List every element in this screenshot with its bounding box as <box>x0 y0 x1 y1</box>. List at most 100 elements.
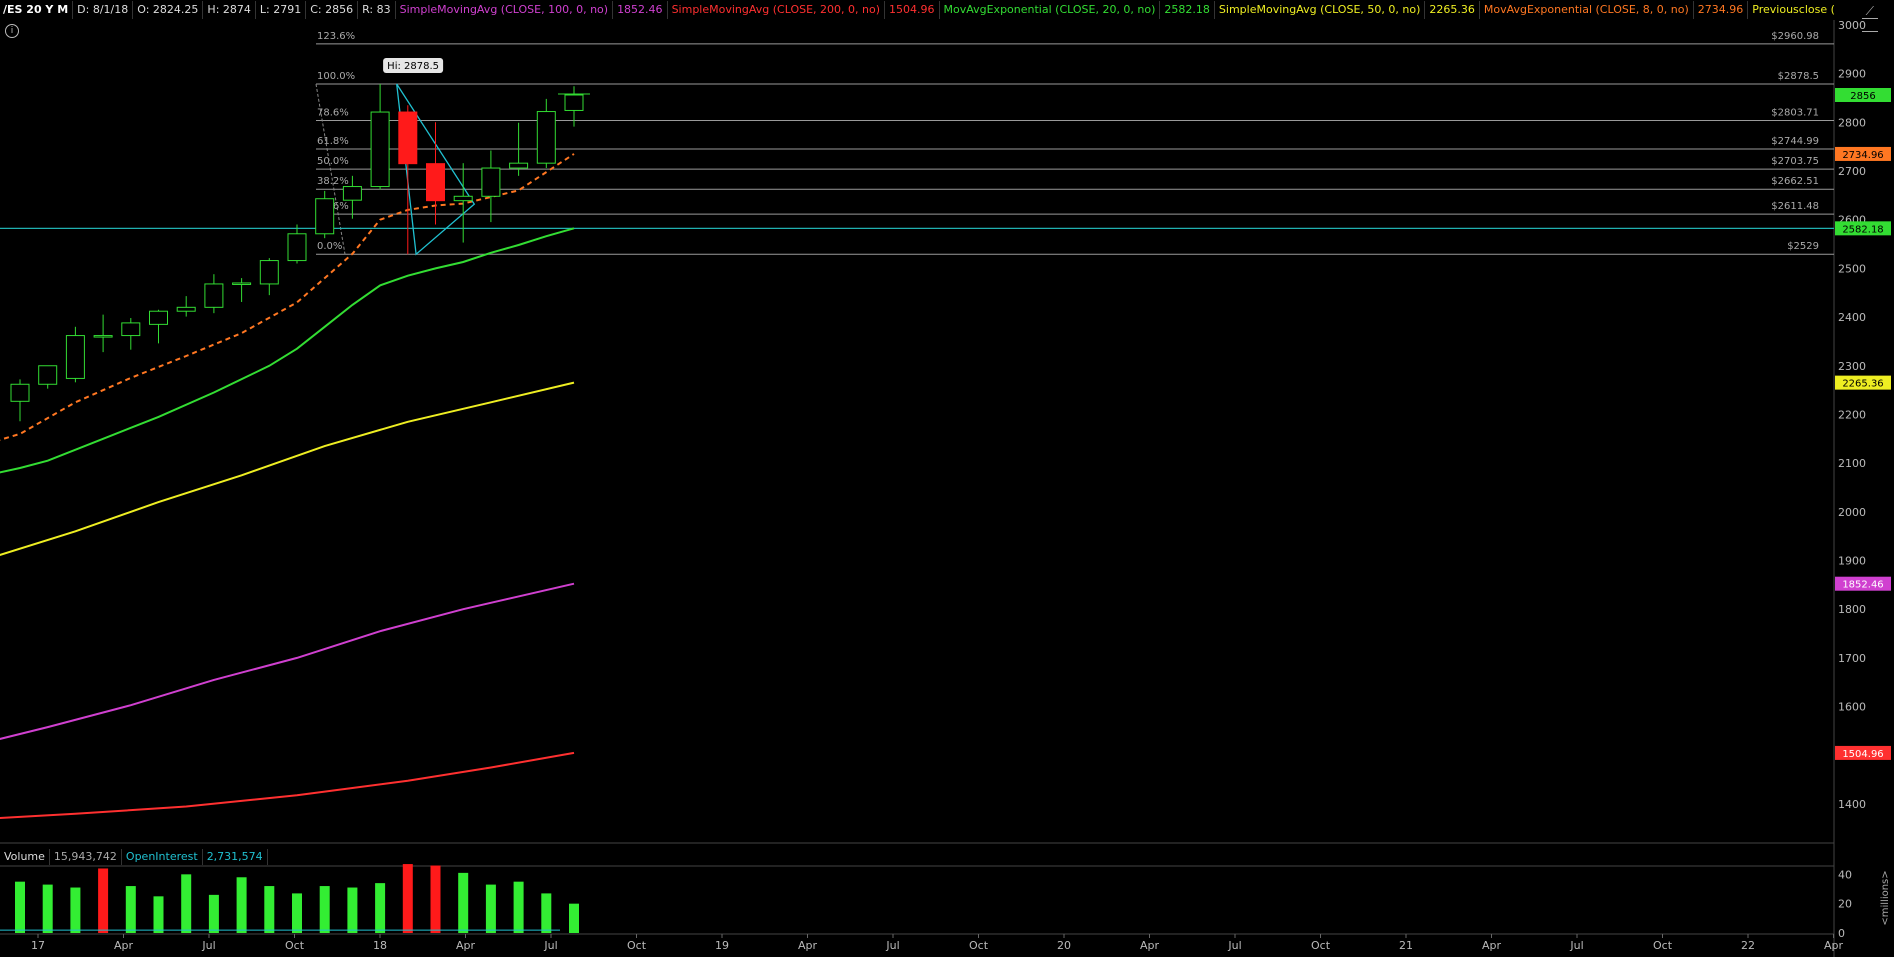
x-tick-label: 22 <box>1741 939 1755 952</box>
fib-percent-label: 100.0% <box>317 71 355 82</box>
candle-body[interactable] <box>176 306 196 312</box>
fib-price-label: $2529 <box>1787 241 1819 252</box>
candle-body[interactable] <box>10 383 30 402</box>
candle-body[interactable] <box>426 163 445 202</box>
volume-bar[interactable] <box>42 884 53 933</box>
x-tick-label: Jul <box>543 939 557 952</box>
y-tick-label: 2200 <box>1838 408 1866 421</box>
y-tick-label: 1700 <box>1838 652 1866 665</box>
x-tick-label: Apr <box>798 939 818 952</box>
fib-price-label: $2960.98 <box>1771 31 1819 42</box>
hi-label: Hi: 2878.5 <box>387 61 439 72</box>
volume-bar[interactable] <box>569 903 579 933</box>
price-marker-label: 2734.96 <box>1842 150 1883 161</box>
volume-bar[interactable] <box>430 865 441 933</box>
moving-average-line[interactable] <box>0 227 575 475</box>
candle-body[interactable] <box>93 335 113 338</box>
x-tick-label: Apr <box>1140 939 1160 952</box>
x-tick-label: Oct <box>1653 939 1673 952</box>
candle-body[interactable] <box>204 283 224 308</box>
x-tick-label: Oct <box>969 939 989 952</box>
y-tick-label: 2700 <box>1838 165 1866 178</box>
volume-bar[interactable] <box>98 868 109 933</box>
volume-bar[interactable] <box>125 886 136 933</box>
expand-corner-icon[interactable]: ⟋ <box>1866 4 1874 19</box>
volume-tick-label: 20 <box>1838 898 1852 911</box>
fib-price-label: $2662.51 <box>1771 176 1819 187</box>
candle-body[interactable] <box>342 186 362 201</box>
volume-bar[interactable] <box>70 887 81 933</box>
x-tick-label: 21 <box>1399 939 1413 952</box>
moving-average-line[interactable] <box>0 582 575 743</box>
x-tick-label: Jul <box>201 939 215 952</box>
candle-body[interactable] <box>121 322 141 337</box>
x-tick-label: 19 <box>715 939 729 952</box>
moving-average-line[interactable] <box>0 153 575 444</box>
fib-percent-label: 50.0% <box>317 156 349 167</box>
candle-body[interactable] <box>38 365 58 385</box>
volume-bar[interactable] <box>513 881 524 933</box>
price-marker-label: 2265.36 <box>1842 379 1883 390</box>
fib-price-label: $2703.75 <box>1771 156 1819 167</box>
x-tick-label: 18 <box>373 939 387 952</box>
y-tick-label: 2300 <box>1838 360 1866 373</box>
price-marker-label: 2582.18 <box>1842 224 1883 235</box>
volume-bar[interactable] <box>347 887 358 933</box>
y-tick-label: 1900 <box>1838 555 1866 568</box>
x-tick-label: 20 <box>1057 939 1071 952</box>
volume-bar[interactable] <box>541 893 552 933</box>
volume-bar[interactable] <box>236 877 247 933</box>
chart-canvas[interactable]: 1400150016001700180019002000210022002300… <box>0 0 1894 957</box>
candle-body[interactable] <box>370 111 390 188</box>
candle-body[interactable] <box>509 162 529 169</box>
x-tick-label: Apr <box>1824 939 1844 952</box>
price-marker-label: 2856 <box>1850 91 1875 102</box>
candle-body[interactable] <box>536 111 556 164</box>
y-tick-label: 1600 <box>1838 701 1866 714</box>
x-tick-label: 17 <box>31 939 45 952</box>
candle-body[interactable] <box>259 260 279 285</box>
candle-body[interactable] <box>287 233 307 262</box>
volume-bar[interactable] <box>264 886 275 933</box>
fib-percent-label: 0.0% <box>317 241 342 252</box>
volume-bar[interactable] <box>292 893 302 933</box>
y-tick-label: 2400 <box>1838 311 1866 324</box>
candle-body[interactable] <box>149 310 168 325</box>
fib-price-label: $2878.5 <box>1778 71 1819 82</box>
candle-body[interactable] <box>315 198 335 235</box>
fib-percent-label: 123.6% <box>317 31 355 42</box>
volume-bar[interactable] <box>402 864 413 933</box>
volume-unit-label: <millions> <box>1880 870 1891 925</box>
candle-body[interactable] <box>453 195 473 202</box>
candle-body[interactable] <box>65 335 85 379</box>
x-tick-label: Oct <box>627 939 647 952</box>
moving-average-line[interactable] <box>0 381 575 559</box>
volume-bar[interactable] <box>208 894 219 933</box>
x-tick-label: Apr <box>1482 939 1502 952</box>
volume-bar[interactable] <box>181 874 192 933</box>
volume-bar[interactable] <box>458 872 469 933</box>
volume-bar[interactable] <box>319 886 330 933</box>
candle-body[interactable] <box>398 111 418 165</box>
candle-body[interactable] <box>564 94 584 111</box>
volume-bar[interactable] <box>375 883 386 933</box>
fib-price-label: $2744.99 <box>1771 136 1819 147</box>
settings-icon[interactable] <box>1862 18 1878 32</box>
x-tick-label: Oct <box>285 939 305 952</box>
y-tick-label: 2100 <box>1838 457 1866 470</box>
y-tick-label: 2800 <box>1838 116 1866 129</box>
candle-body[interactable] <box>481 167 501 197</box>
volume-bar[interactable] <box>153 896 164 933</box>
info-icon[interactable]: i <box>5 24 19 38</box>
y-tick-label: 1800 <box>1838 603 1866 616</box>
fib-price-label: $2803.71 <box>1771 107 1819 118</box>
volume-bar[interactable] <box>15 881 25 933</box>
y-tick-label: 2000 <box>1838 506 1866 519</box>
volume-bar[interactable] <box>485 884 496 933</box>
moving-average-line[interactable] <box>0 751 575 819</box>
volume-tick-label: 40 <box>1838 868 1852 881</box>
candle-body[interactable] <box>232 282 252 285</box>
x-tick-label: Jul <box>1569 939 1583 952</box>
y-tick-label: 1400 <box>1838 798 1866 811</box>
y-tick-label: 2500 <box>1838 262 1866 275</box>
